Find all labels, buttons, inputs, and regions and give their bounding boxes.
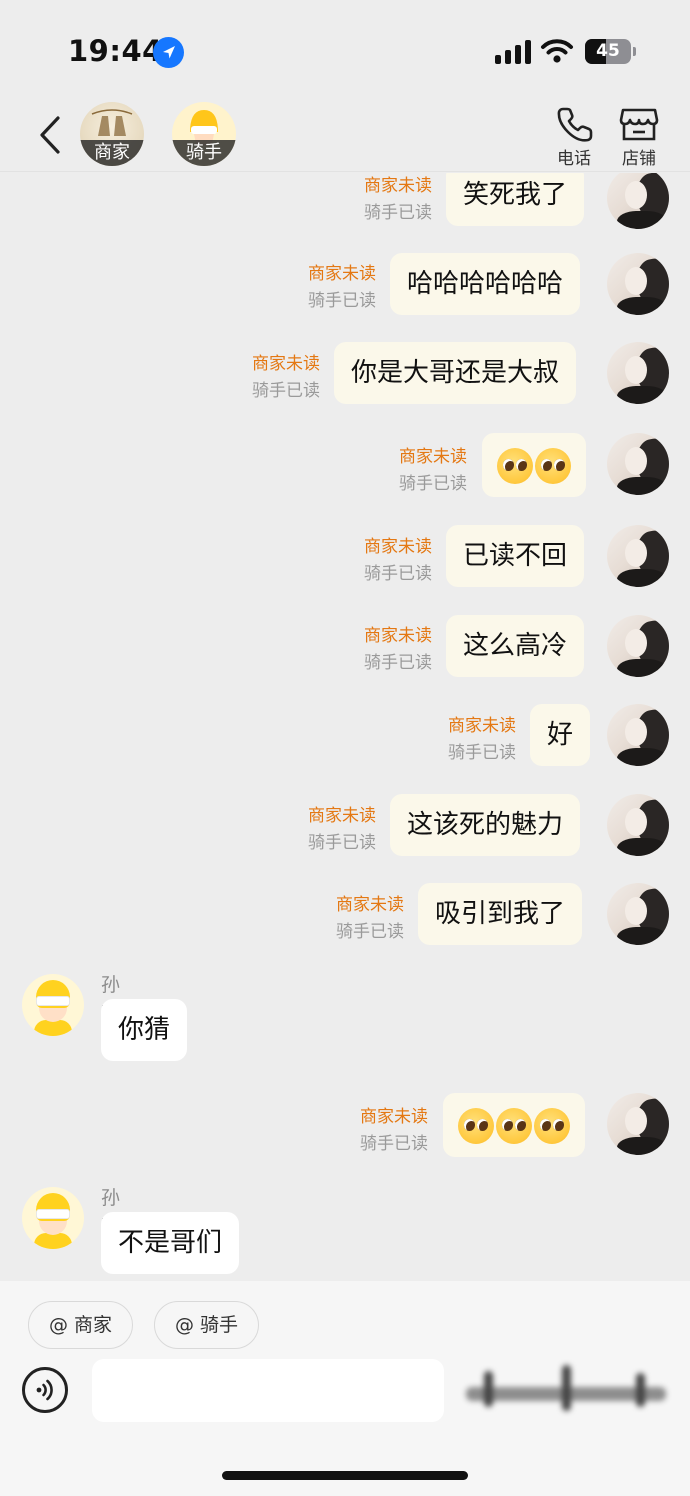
avatar[interactable] [607,883,669,945]
read-status: 商家未读 骑手已读 [404,713,516,767]
tab-merchant-label: 商家 [80,140,144,166]
merchant-unread-status: 商家未读 [252,354,320,374]
voice-input-button[interactable] [22,1367,68,1413]
rider-avatar[interactable] [22,1187,84,1249]
rider-read-status: 骑手已读 [364,203,432,223]
read-status: 商家未读 骑手已读 [264,803,376,857]
avatar[interactable] [607,525,669,587]
message-bubble[interactable]: 你是大哥还是大叔 [334,342,577,404]
tab-rider-label: 骑手 [172,140,236,166]
message-bubble[interactable]: 好 [530,704,591,766]
chat-message-list[interactable]: 商家未读 骑手已读 笑死我了 商家未读 骑手已读 哈哈哈哈哈哈 商家未读 骑手已… [0,173,690,1281]
message-bubble[interactable]: 不是哥们 [101,1212,240,1274]
rider-avatar[interactable] [22,974,84,1036]
read-status: 商家未读 骑手已读 [208,351,320,405]
rider-read-status: 骑手已读 [252,381,320,401]
emoji-message-bubble[interactable] [482,433,586,497]
location-arrow-icon [153,37,184,68]
status-time: 19:44 [68,34,163,68]
rider-read-status: 骑手已读 [364,653,432,673]
mention-rider-chip[interactable]: @ 骑手 [154,1301,260,1349]
merchant-unread-status: 商家未读 [336,895,404,915]
composer: @ 商家 @ 骑手 [0,1281,690,1496]
message-bubble[interactable]: 哈哈哈哈哈哈 [390,253,581,315]
merchant-unread-status: 商家未读 [360,1107,428,1127]
rider-read-status: 骑手已读 [364,564,432,584]
avatar[interactable] [607,704,669,766]
toolbar-icons-blurred[interactable] [466,1361,666,1417]
status-bar: 19:44 45 [0,0,690,100]
message-input[interactable] [92,1359,444,1422]
message-bubble[interactable]: 这该死的魅力 [390,794,581,856]
message-bubble[interactable]: 已读不回 [446,525,585,587]
merchant-unread-status: 商家未读 [364,537,432,557]
merchant-unread-status: 商家未读 [399,447,467,467]
message-bubble[interactable]: 你猜 [101,999,188,1061]
pleading-face-icon [535,447,571,484]
battery-indicator: 45 [585,39,631,64]
rider-read-status: 骑手已读 [399,474,467,494]
mention-merchant-chip[interactable]: @ 商家 [28,1301,134,1349]
avatar[interactable] [607,173,669,229]
read-status: 商家未读 骑手已读 [320,534,432,588]
phone-button[interactable]: 电话 [544,104,604,169]
tab-rider[interactable]: 骑手 [172,102,236,166]
read-status: 商家未读 骑手已读 [355,444,467,498]
message-bubble[interactable]: 笑死我了 [446,173,585,226]
back-button[interactable] [34,114,68,156]
pleading-face-icon [496,1107,532,1144]
merchant-unread-status: 商家未读 [364,626,432,646]
rider-read-status: 骑手已读 [308,833,376,853]
phone-icon [557,107,593,142]
read-status: 商家未读 骑手已读 [316,1104,428,1158]
home-indicator[interactable] [222,1471,468,1480]
tab-merchant[interactable]: 商家 [80,102,144,166]
phone-label: 电话 [557,149,591,169]
voice-icon [36,1379,53,1401]
avatar[interactable] [607,1093,669,1155]
battery-cap [633,47,636,56]
avatar[interactable] [607,433,669,495]
pleading-face-icon [534,1107,570,1144]
chat-header: 商家 骑手 电话 店铺 [0,100,690,172]
store-label: 店铺 [622,149,656,169]
message-bubble[interactable]: 这么高冷 [446,615,585,677]
merchant-unread-status: 商家未读 [308,806,376,826]
avatar[interactable] [607,342,669,404]
store-button[interactable]: 店铺 [609,104,669,169]
read-status: 商家未读 骑手已读 [292,892,404,946]
read-status: 商家未读 骑手已读 [320,623,432,677]
merchant-unread-status: 商家未读 [448,716,516,736]
avatar[interactable] [607,794,669,856]
rider-read-status: 骑手已读 [448,743,516,763]
avatar[interactable] [607,615,669,677]
cellular-signal-icon [495,40,531,64]
store-icon [619,108,659,141]
avatar[interactable] [607,253,669,315]
message-bubble[interactable]: 吸引到我了 [418,883,583,945]
rider-read-status: 骑手已读 [360,1134,428,1154]
merchant-unread-status: 商家未读 [364,176,432,196]
pleading-face-icon [458,1107,494,1144]
wifi-icon [540,38,574,64]
chevron-left-icon [40,116,60,154]
rider-read-status: 骑手已读 [336,922,404,942]
read-status: 商家未读 骑手已读 [320,173,432,227]
pleading-face-icon [497,447,533,484]
emoji-message-bubble[interactable] [443,1093,585,1157]
read-status: 商家未读 骑手已读 [264,261,376,315]
battery-level: 45 [596,41,620,61]
rider-read-status: 骑手已读 [308,291,376,311]
merchant-unread-status: 商家未读 [308,264,376,284]
